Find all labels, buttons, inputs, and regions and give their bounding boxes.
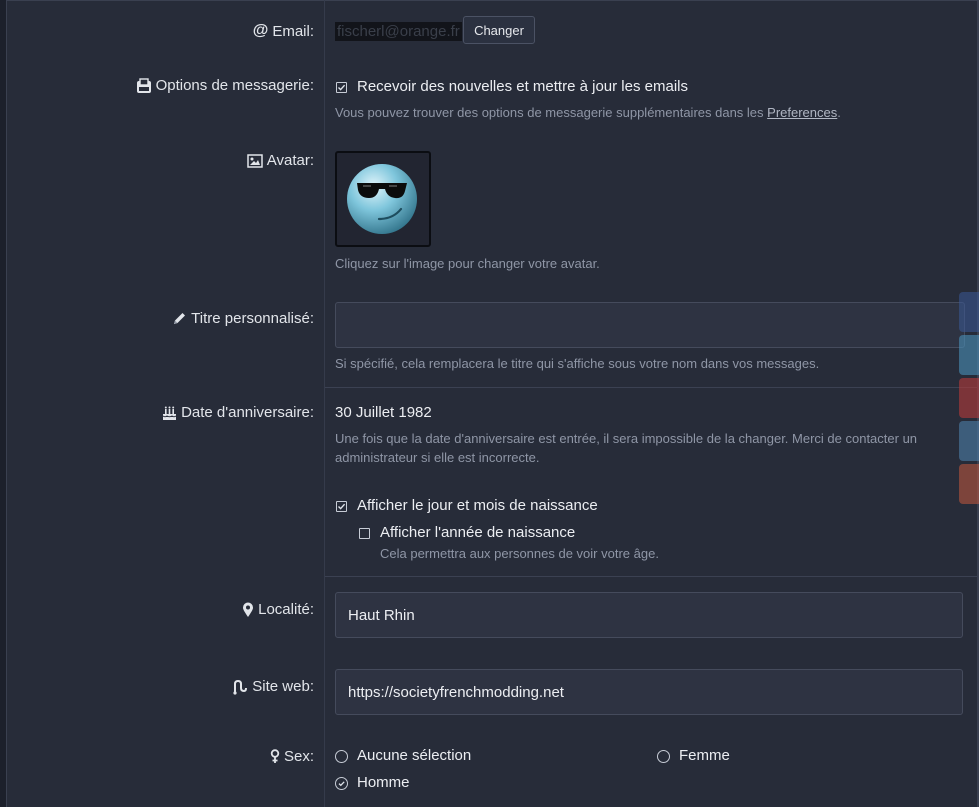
sex-label: Sex: [270, 748, 314, 765]
avatar-hint: Cliquez sur l'image pour changer votre a… [335, 256, 600, 271]
avatar-label: Avatar: [247, 152, 314, 169]
mail-options-hint: Vous pouvez trouver des options de messa… [335, 105, 841, 120]
birthday-value: 30 Juillet 1982 [335, 404, 432, 421]
birthday-hint: Une fois que la date d'anniversaire est … [335, 431, 918, 465]
map-marker-icon [243, 602, 254, 617]
birthday-cake-icon [162, 406, 177, 420]
label-column-divider [324, 0, 325, 807]
frame-left-border [0, 0, 7, 807]
custom-title-input[interactable] [335, 302, 965, 348]
custom-title-label: Titre personnalisé: [172, 310, 314, 327]
youtube-share-tab[interactable] [959, 378, 979, 418]
show-day-month-checkbox[interactable] [336, 501, 347, 512]
website-input[interactable]: https://societyfrenchmodding.net [335, 669, 963, 715]
birthday-label: Date d'anniversaire: [162, 404, 314, 421]
email-value: fischerl@orange.fr [335, 22, 462, 41]
receive-news-label[interactable]: Recevoir des nouvelles et mettre à jour … [357, 78, 688, 95]
sex-male-label[interactable]: Homme [357, 774, 410, 791]
frame-top-border [0, 0, 979, 1]
twitter-share-tab[interactable] [959, 335, 979, 375]
show-year-checkbox[interactable] [359, 528, 370, 539]
custom-title-hint: Si spécifié, cela remplacera le titre qu… [335, 356, 820, 371]
mail-options-label: Options de messagerie: [136, 77, 314, 94]
receive-news-checkbox[interactable] [336, 82, 347, 93]
pencil-icon [174, 313, 186, 324]
location-label: Localité: [242, 601, 314, 618]
website-label: Site web: [232, 678, 314, 695]
sex-male-radio[interactable] [335, 777, 348, 790]
reddit-share-tab[interactable] [959, 464, 979, 504]
show-year-label[interactable]: Afficher l'année de naissance [380, 524, 575, 541]
sex-none-label[interactable]: Aucune sélection [357, 747, 471, 764]
change-email-button[interactable]: Changer [463, 16, 535, 44]
section-divider [325, 387, 977, 388]
show-day-month-label[interactable]: Afficher le jour et mois de naissance [357, 497, 598, 514]
email-label: @ Email: [252, 22, 314, 40]
location-input[interactable]: Haut Rhin [335, 592, 963, 638]
gender-icon [270, 749, 280, 763]
facebook-share-tab[interactable] [959, 292, 979, 332]
avatar-image[interactable] [335, 151, 431, 247]
cool-smiley-avatar-icon [347, 164, 417, 234]
at-icon: @ [252, 22, 269, 39]
envelope-tray-icon [136, 77, 151, 93]
preferences-link[interactable]: Preferences [767, 105, 837, 120]
globe-link-icon [233, 679, 248, 695]
section-divider [325, 576, 977, 577]
image-icon [247, 153, 263, 168]
show-year-hint: Cela permettra aux personnes de voir vot… [380, 546, 659, 561]
sex-female-radio[interactable] [657, 750, 670, 763]
sex-none-radio[interactable] [335, 750, 348, 763]
tumblr-share-tab[interactable] [959, 421, 979, 461]
sex-female-label[interactable]: Femme [679, 747, 730, 764]
